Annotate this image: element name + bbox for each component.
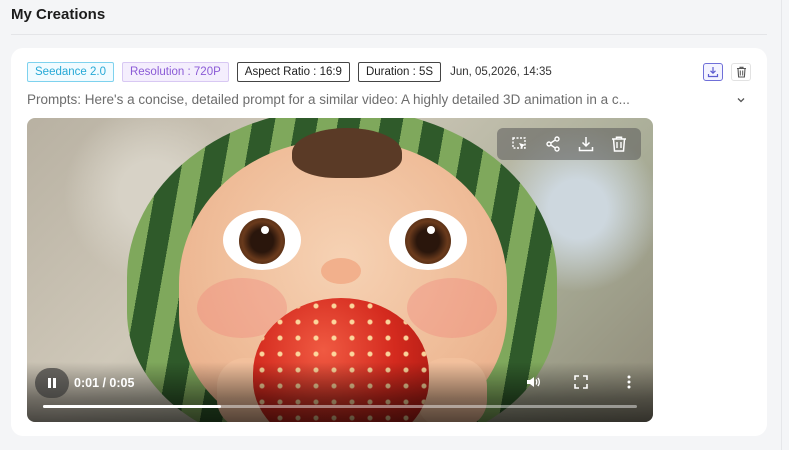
trash-icon: [611, 136, 626, 152]
video-controls: 0:01 / 0:05: [27, 362, 653, 422]
card-actions: [703, 63, 751, 81]
video-progress-fill: [43, 405, 222, 408]
aspect-ratio-tag: Aspect Ratio : 16:9: [236, 62, 350, 82]
video-download-button[interactable]: [575, 133, 597, 155]
download-icon: [578, 137, 593, 152]
download-icon: [707, 67, 719, 78]
creations-panel: My Creations Seedance 2.0 Resolution : 7…: [0, 0, 782, 450]
pause-button[interactable]: [35, 368, 69, 398]
nose: [321, 258, 361, 284]
trash-icon: [736, 66, 746, 78]
creation-card: Seedance 2.0 Resolution : 720P Aspect Ra…: [11, 48, 767, 436]
fullscreen-button[interactable]: [573, 374, 589, 390]
cheek: [407, 278, 497, 338]
resolution-tag: Resolution : 720P: [121, 62, 229, 82]
prompt-text: Prompts: Here's a concise, detailed prom…: [27, 92, 630, 107]
creation-date: Jun, 05,2026, 14:35: [450, 66, 552, 78]
eye-right: [389, 210, 467, 270]
volume-icon: [527, 377, 540, 387]
video-toolbar: [497, 128, 641, 160]
chevron-down-icon[interactable]: [735, 94, 747, 106]
share-button[interactable]: [542, 133, 564, 155]
section-title: My Creations: [11, 6, 106, 23]
model-tag: Seedance 2.0: [27, 62, 114, 82]
video-delete-button[interactable]: [608, 133, 630, 155]
image-to-video-icon: [511, 137, 526, 149]
download-button[interactable]: [703, 63, 723, 81]
image-to-video-button[interactable]: [509, 133, 531, 155]
video-progress-bar[interactable]: [43, 405, 637, 408]
divider: [11, 34, 767, 35]
video-time: 0:01 / 0:05: [74, 376, 135, 390]
eye-left: [223, 210, 301, 270]
share-icon: [545, 136, 560, 152]
pause-icon: [48, 378, 56, 388]
more-vertical-icon: [627, 375, 631, 389]
tag-row: Seedance 2.0 Resolution : 720P Aspect Ra…: [27, 62, 552, 82]
volume-button[interactable]: [525, 374, 541, 390]
delete-button[interactable]: [731, 63, 751, 81]
video-player[interactable]: 0:01 / 0:05: [27, 118, 653, 422]
hair: [292, 128, 402, 178]
more-options-button[interactable]: [621, 374, 637, 390]
duration-tag: Duration : 5S: [357, 62, 442, 82]
fullscreen-icon: [574, 375, 588, 389]
